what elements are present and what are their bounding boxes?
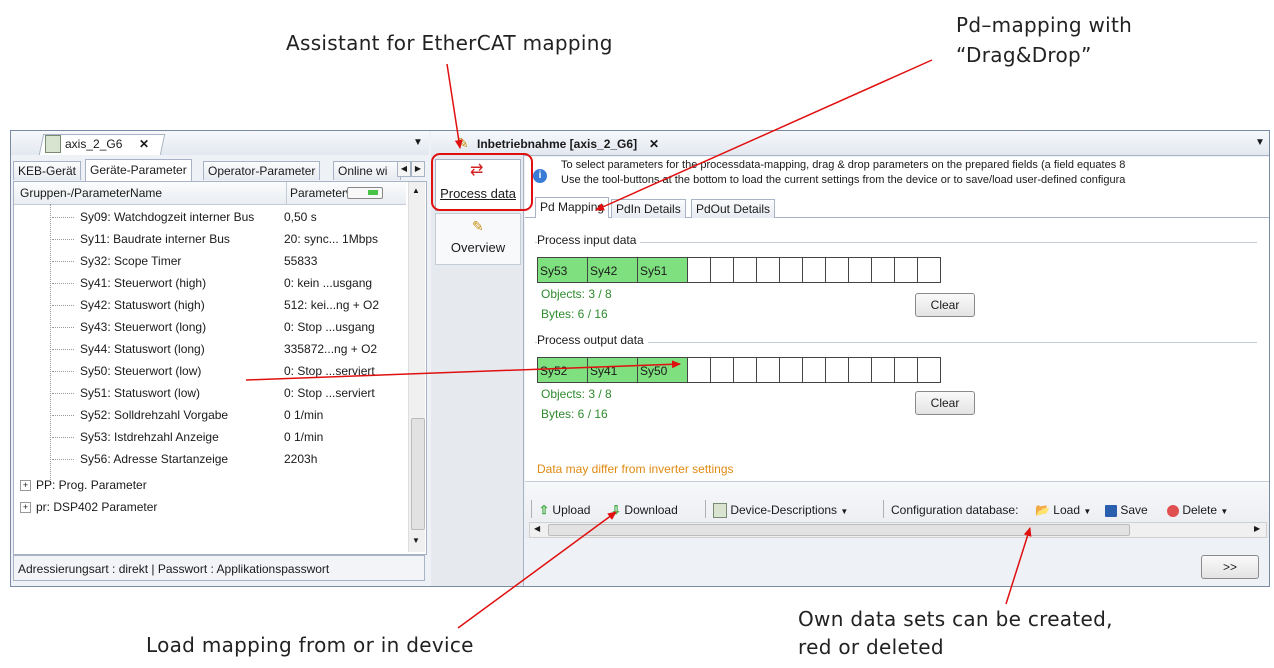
annotation-overlay	[245, 59, 1032, 629]
highlight-process-data	[431, 153, 533, 211]
arrow-own-data	[1005, 527, 1032, 605]
arrow-assistant	[446, 63, 463, 149]
arrow-load-mapping	[457, 511, 617, 629]
arrow-pd-mapping	[595, 59, 933, 211]
arrow-drag-drop	[245, 360, 681, 381]
